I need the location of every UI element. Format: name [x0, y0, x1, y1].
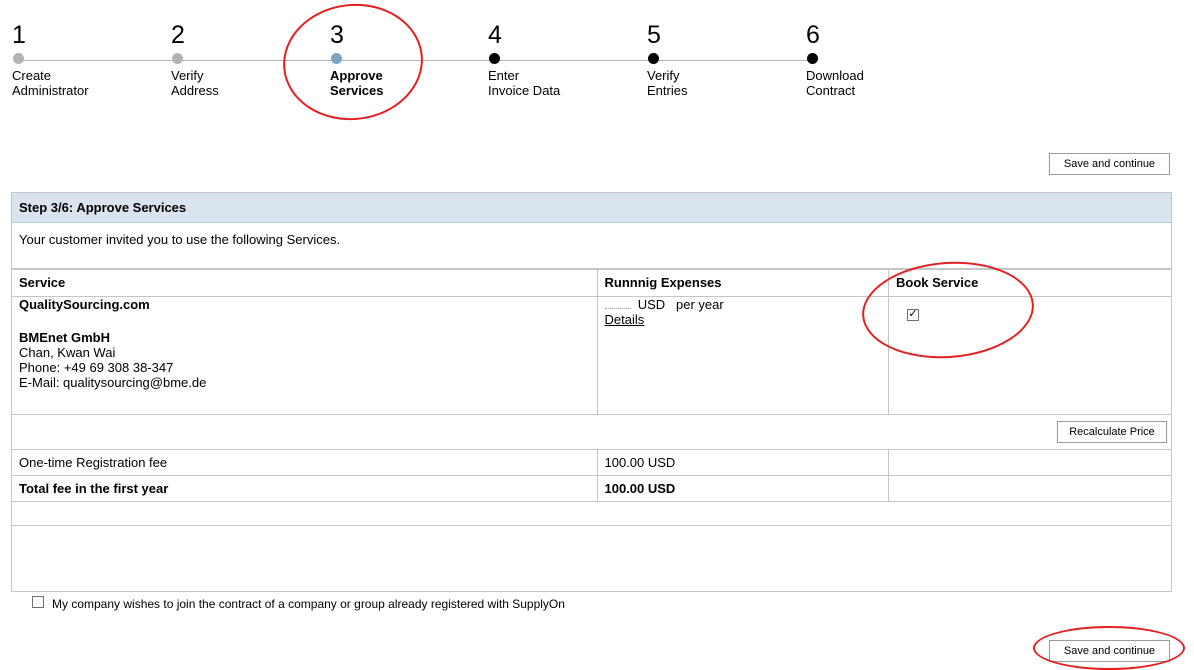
- step-5: 5 Verify Entries: [647, 21, 787, 98]
- column-header-book: Book Service: [888, 269, 1171, 297]
- service-name: QualitySourcing.com: [19, 297, 150, 312]
- step-label: Verify Entries: [647, 68, 688, 98]
- table-row: One-time Registration fee 100.00 USD: [12, 449, 1171, 476]
- panel-title: Step 3/6: Approve Services: [12, 193, 1171, 223]
- step-dot: [172, 53, 183, 64]
- expenses-currency: USD: [637, 297, 666, 312]
- fee-empty-cell: [888, 475, 1171, 502]
- service-company: BMEnet GmbH: [19, 330, 110, 345]
- recalculate-cell: Recalculate Price: [12, 414, 1171, 450]
- book-service-cell: ✓: [888, 296, 1171, 415]
- services-table: Service Runnnig Expenses Book Service Qu…: [12, 269, 1171, 526]
- join-contract-checkbox[interactable]: [32, 596, 44, 608]
- recalculate-row: Recalculate Price: [12, 414, 1171, 450]
- intro-text: Your customer invited you to use the fol…: [12, 223, 1171, 269]
- step-4: 4 Enter Invoice Data: [488, 21, 628, 98]
- step-number: 1: [12, 21, 26, 49]
- step-label: Approve Services: [330, 68, 384, 98]
- table-header-row: Service Runnnig Expenses Book Service: [12, 269, 1171, 297]
- fee-label: One-time Registration fee: [12, 449, 598, 476]
- step-dot: [13, 53, 24, 64]
- step-label: Create Administrator: [12, 68, 89, 98]
- step-dot: [489, 53, 500, 64]
- approve-services-panel: Step 3/6: Approve Services Your customer…: [11, 192, 1172, 611]
- expenses-cell: USD per year Details: [596, 296, 889, 415]
- stepper-line: [18, 60, 818, 61]
- step-1: 1 Create Administrator: [12, 21, 152, 98]
- total-fee-amount: 100.00 USD: [596, 475, 889, 502]
- progress-stepper: 1 Create Administrator 2 Verify Address 3 …: [12, 22, 912, 112]
- table-row: QualitySourcing.com BMEnet GmbH Chan, Kw…: [12, 296, 1171, 415]
- step-6: 6 Download Contract: [806, 21, 946, 98]
- spacer-row: [12, 501, 1171, 526]
- total-fee-label: Total fee in the first year: [12, 475, 598, 502]
- step-dot: [648, 53, 659, 64]
- service-email: E-Mail: qualitysourcing@bme.de: [19, 375, 207, 390]
- recalculate-price-button[interactable]: Recalculate Price: [1057, 421, 1167, 443]
- step-label: Download Contract: [806, 68, 864, 98]
- save-and-continue-top-button[interactable]: Save and continue: [1049, 153, 1170, 175]
- expenses-period: per year: [676, 297, 724, 312]
- step-dot: [331, 53, 342, 64]
- join-contract-option: My company wishes to join the contract o…: [32, 596, 565, 611]
- join-contract-label: My company wishes to join the contract o…: [52, 597, 565, 611]
- save-and-continue-bottom-button[interactable]: Save and continue: [1049, 640, 1170, 662]
- step-number: 3: [330, 21, 344, 49]
- step-number: 2: [171, 21, 185, 49]
- details-link[interactable]: Details: [605, 312, 645, 327]
- redacted-amount: [604, 300, 631, 309]
- step-number: 4: [488, 21, 502, 49]
- column-header-service: Service: [12, 269, 598, 297]
- fee-amount: 100.00 USD: [596, 449, 889, 476]
- step-label: Enter Invoice Data: [488, 68, 561, 98]
- step-3: 3 Approve Services: [330, 21, 470, 98]
- spacer-cell: [12, 501, 1171, 526]
- step-number: 6: [806, 21, 820, 49]
- column-header-expenses: Runnnig Expenses: [596, 269, 889, 297]
- service-info-cell: QualitySourcing.com BMEnet GmbH Chan, Kw…: [12, 296, 598, 415]
- book-service-checkbox[interactable]: ✓: [907, 309, 919, 321]
- service-phone: Phone: +49 69 308 38-347: [19, 360, 174, 375]
- table-row: Total fee in the first year 100.00 USD: [12, 475, 1171, 502]
- fee-empty-cell: [888, 449, 1171, 476]
- step-label: Verify Address: [171, 68, 219, 98]
- step-2: 2 Verify Address: [171, 21, 311, 98]
- service-contact: Chan, Kwan Wai: [19, 345, 116, 360]
- step-number: 5: [647, 21, 661, 49]
- step-dot: [807, 53, 818, 64]
